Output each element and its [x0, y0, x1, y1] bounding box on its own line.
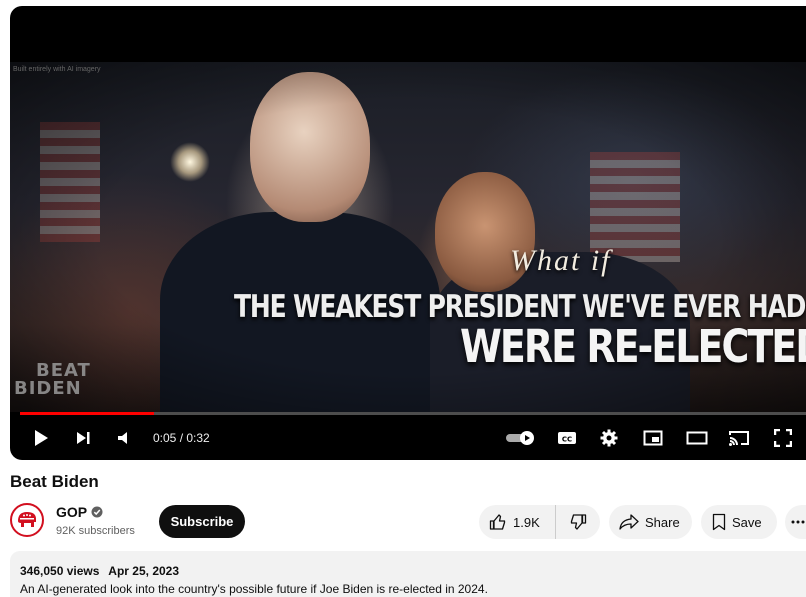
cast-button[interactable] — [726, 418, 752, 458]
player-controls: 0:05 / 0:32 CC — [10, 418, 806, 458]
video-frame[interactable]: Built entirely with AI imagery What if T… — [10, 62, 806, 412]
miniplayer-button[interactable] — [640, 418, 666, 458]
channel-avatar[interactable] — [10, 503, 44, 537]
fullscreen-icon — [774, 429, 792, 447]
verified-icon — [91, 506, 103, 518]
headline-line2: WERE RE-ELECTED — [460, 320, 806, 373]
autoplay-toggle-icon — [506, 431, 534, 445]
description-box[interactable]: 346,050 views Apr 25, 2023 An AI-generat… — [10, 551, 806, 597]
save-button[interactable]: Save — [701, 505, 777, 539]
next-icon — [77, 432, 90, 444]
share-icon — [619, 514, 639, 530]
progress-fill — [20, 412, 154, 415]
channel-name[interactable]: GOP — [56, 504, 87, 520]
subtitles-button[interactable]: CC — [554, 418, 580, 458]
theater-button[interactable] — [684, 418, 710, 458]
save-label: Save — [732, 514, 762, 530]
next-button[interactable] — [70, 418, 96, 458]
bookmark-icon — [712, 513, 726, 531]
beat-biden-logo: BEAT BIDEN — [14, 362, 91, 398]
subscriber-count: 92K subscribers — [56, 525, 135, 537]
time-display: 0:05 / 0:32 — [153, 431, 210, 445]
ai-disclaimer: Built entirely with AI imagery — [13, 66, 101, 73]
video-player[interactable]: Built entirely with AI imagery What if T… — [10, 6, 806, 460]
like-dislike-group: 1.9K — [479, 505, 600, 539]
share-label: Share — [645, 514, 680, 530]
video-title: Beat Biden — [10, 472, 99, 491]
gear-icon — [600, 429, 618, 447]
dislike-button[interactable] — [556, 505, 600, 539]
play-icon — [35, 430, 48, 446]
more-horizontal-icon — [791, 520, 805, 524]
like-button[interactable]: 1.9K — [479, 505, 556, 539]
headline-line1: THE WEAKEST PRESIDENT WE'VE EVER HAD — [234, 288, 806, 325]
svg-text:CC: CC — [562, 436, 572, 444]
like-count: 1.9K — [513, 514, 540, 530]
more-actions-button[interactable] — [785, 505, 806, 539]
description-text: An AI-generated look into the country's … — [20, 582, 488, 596]
logo-line2: BIDEN — [14, 378, 82, 399]
view-count: 346,050 views — [20, 564, 100, 578]
subscribe-button[interactable]: Subscribe — [159, 505, 245, 538]
fullscreen-button[interactable] — [770, 418, 796, 458]
subtitles-icon: CC — [558, 432, 576, 444]
autoplay-toggle[interactable] — [504, 418, 538, 458]
thumbs-up-icon — [489, 514, 506, 530]
channel-name-row[interactable]: GOP — [56, 504, 103, 520]
description-meta: 346,050 views Apr 25, 2023 — [20, 564, 185, 578]
thumbs-down-icon — [570, 514, 587, 530]
share-button[interactable]: Share — [609, 505, 692, 539]
miniplayer-icon — [643, 430, 663, 446]
headline-small: What if — [510, 244, 612, 277]
play-button[interactable] — [28, 418, 54, 458]
theater-icon — [686, 431, 708, 445]
volume-icon — [118, 432, 127, 444]
volume-button[interactable] — [112, 418, 138, 458]
upload-date: Apr 25, 2023 — [108, 564, 180, 578]
cast-icon — [729, 431, 749, 446]
settings-button[interactable] — [596, 418, 622, 458]
progress-bar[interactable] — [20, 412, 806, 415]
gop-elephant-icon — [18, 512, 36, 527]
